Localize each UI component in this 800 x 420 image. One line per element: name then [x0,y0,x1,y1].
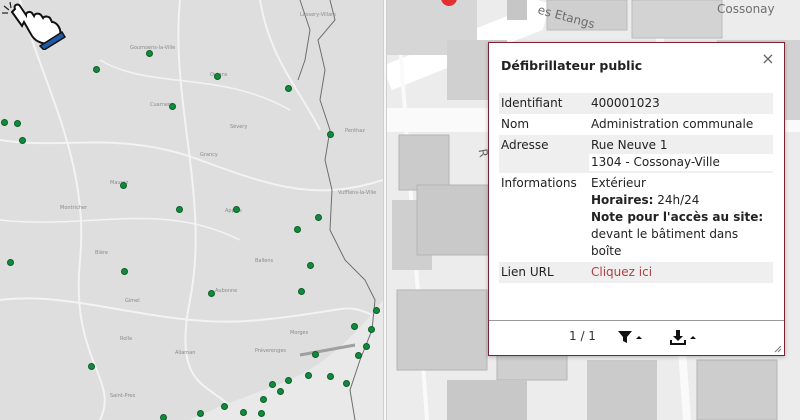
aed-marker[interactable] [355,352,362,359]
aed-marker[interactable] [373,307,380,314]
aed-marker[interactable] [363,343,370,350]
aed-marker[interactable] [93,66,100,73]
aed-marker[interactable] [176,206,183,213]
access-label: Note pour l'accès au site: [591,210,764,224]
aed-marker[interactable] [258,410,265,417]
aed-marker[interactable] [208,290,215,297]
aed-marker[interactable] [343,380,350,387]
aed-marker[interactable] [285,377,292,384]
place-label: Saint-Prex [110,393,136,399]
attribute-row: Informations Extérieur Horaires: 24h/24 … [499,173,773,262]
attribute-key: Informations [499,173,589,262]
place-label: Penthaz [345,128,365,134]
pager: 1 / 1 [569,329,596,343]
download-button[interactable] [669,328,699,346]
aed-marker[interactable] [327,131,334,138]
hours-label: Horaires: [591,193,654,207]
aed-marker[interactable] [221,403,228,410]
filter-button[interactable] [616,328,646,346]
resize-grip-icon[interactable] [774,345,782,353]
place-label: Bière [95,250,108,256]
aed-marker[interactable] [368,326,375,333]
hours-value: 24h/24 [653,193,700,207]
attribute-value: Extérieur Horaires: 24h/24 Note pour l'a… [589,173,773,262]
place-label: Vufflens-la-Ville [338,190,377,196]
place-label: Gimel [125,298,140,304]
aed-marker[interactable] [1,119,8,126]
aed-marker[interactable] [197,410,204,417]
aed-marker[interactable] [277,388,284,395]
aed-marker[interactable] [285,85,292,92]
aed-marker[interactable] [307,262,314,269]
hand-pointer-icon [2,1,66,50]
aed-marker[interactable] [351,323,358,330]
place-label: Rolle [120,336,133,342]
close-icon[interactable]: × [760,51,776,67]
attribute-row: Lien URL Cliquez ici [499,262,773,283]
access-note-line: boîte [591,244,622,258]
attribute-table: Identifiant 400001023 Nom Administration… [499,93,773,283]
filter-icon [618,331,642,343]
aed-marker[interactable] [121,268,128,275]
aed-marker[interactable] [120,182,127,189]
popup-footer: 1 / 1 [489,320,784,355]
overview-map-roads [0,0,383,420]
attribute-value: 400001023 [589,93,773,114]
place-label: Goumoens-la-Ville [130,45,176,51]
attribute-key: Identifiant [499,93,589,114]
aed-marker[interactable] [169,103,176,110]
address-line: 1304 - Cossonay-Ville [589,154,773,171]
attribute-row: Nom Administration communale [499,114,773,135]
attribute-key: Nom [501,117,530,131]
aed-marker[interactable] [298,288,305,295]
aed-marker[interactable] [146,50,153,57]
attribute-key: Adresse [499,135,589,173]
aed-marker[interactable] [7,259,14,266]
feature-info-popup: Défibrillateur public × Identifiant 4000… [488,42,785,356]
place-label: Morges [290,330,309,336]
aed-marker[interactable] [305,372,312,379]
address-line: Rue Neuve 1 [591,138,668,152]
attribute-row: Identifiant 400001023 [499,93,773,114]
attribute-row: Adresse Rue Neuve 1 1304 - Cossonay-Vill… [499,135,773,173]
place-label: Allaman [175,350,196,356]
place-label: Sévery [230,124,248,130]
overview-map[interactable]: Goumoens-la-Ville Oulens Cuarnens Sévery… [0,0,383,420]
place-label: Lussery-Villars [300,12,336,18]
place-label: Aubonne [215,288,238,294]
download-icon [670,330,696,345]
aed-marker[interactable] [14,120,21,127]
aed-marker[interactable] [294,226,301,233]
aed-marker[interactable] [214,73,221,80]
aed-marker[interactable] [233,206,240,213]
place-label: Ballens [255,258,274,264]
info-location: Extérieur [591,176,646,190]
info-hours: Horaires: 24h/24 [591,192,771,209]
access-note-line: devant le bâtiment dans [591,227,739,241]
aed-marker[interactable] [19,137,26,144]
attribute-value: Rue Neuve 1 1304 - Cossonay-Ville [589,135,773,173]
aed-marker[interactable] [269,381,276,388]
aed-marker[interactable] [327,373,334,380]
place-label: Montricher [60,205,87,211]
aed-marker[interactable] [160,414,167,420]
aed-marker[interactable] [260,396,267,403]
town-label: Cossonay [717,2,775,16]
popup-title: Défibrillateur public [501,58,643,73]
attribute-key: Lien URL [499,262,589,283]
aed-marker[interactable] [315,214,322,221]
attribute-value: Administration communale [591,117,754,131]
aed-marker[interactable] [240,409,247,416]
place-label: Préverenges [255,348,287,354]
url-link[interactable]: Cliquez ici [591,265,652,279]
info-access: Note pour l'accès au site: [591,209,771,226]
attribute-value: Cliquez ici [589,262,773,283]
place-label: Grancy [200,152,218,158]
aed-marker[interactable] [312,351,319,358]
aed-marker[interactable] [88,363,95,370]
